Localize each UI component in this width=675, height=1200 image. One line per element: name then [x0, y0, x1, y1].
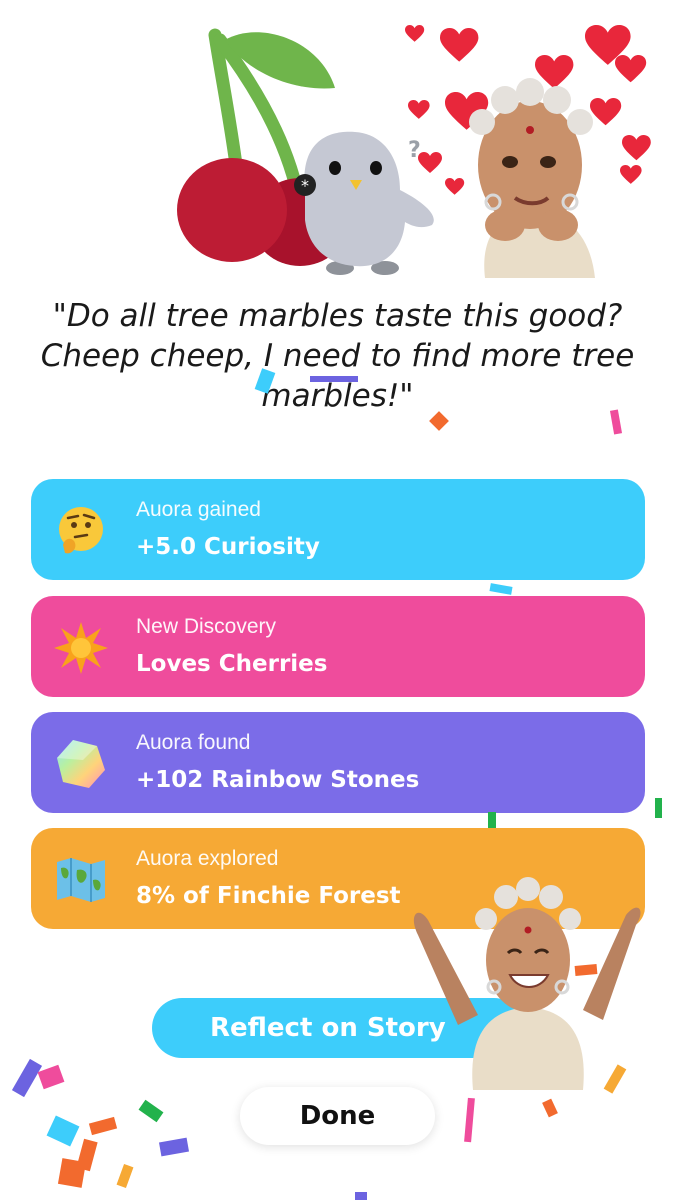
star-burst-icon	[53, 620, 109, 676]
story-illustration: * ?	[177, 25, 651, 278]
reward-value: 8% of Finchie Forest	[136, 883, 401, 909]
reward-card-stones: Auora found +102 Rainbow Stones	[31, 712, 645, 813]
reward-value: +5.0 Curiosity	[136, 534, 320, 560]
reward-value: Loves Cherries	[136, 651, 328, 677]
avatar-thinking	[469, 78, 595, 278]
reward-label: Auora explored	[136, 847, 279, 870]
reward-card-curiosity: Auora gained +5.0 Curiosity	[31, 479, 645, 580]
rainbow-stone-icon	[53, 736, 109, 792]
reward-label: New Discovery	[136, 615, 277, 638]
world-map-icon	[53, 852, 109, 908]
svg-text:*: *	[301, 176, 309, 195]
reward-card-discovery: New Discovery Loves Cherries	[31, 596, 645, 697]
avatar-cheering	[413, 877, 641, 1090]
reward-value: +102 Rainbow Stones	[136, 767, 420, 793]
story-quote: "Do all tree marbles taste this good? Ch…	[40, 298, 635, 414]
done-button[interactable]: Done	[240, 1087, 435, 1145]
thinking-face-icon	[53, 503, 109, 559]
reward-label: Auora found	[136, 731, 251, 754]
reward-label: Auora gained	[136, 498, 261, 521]
